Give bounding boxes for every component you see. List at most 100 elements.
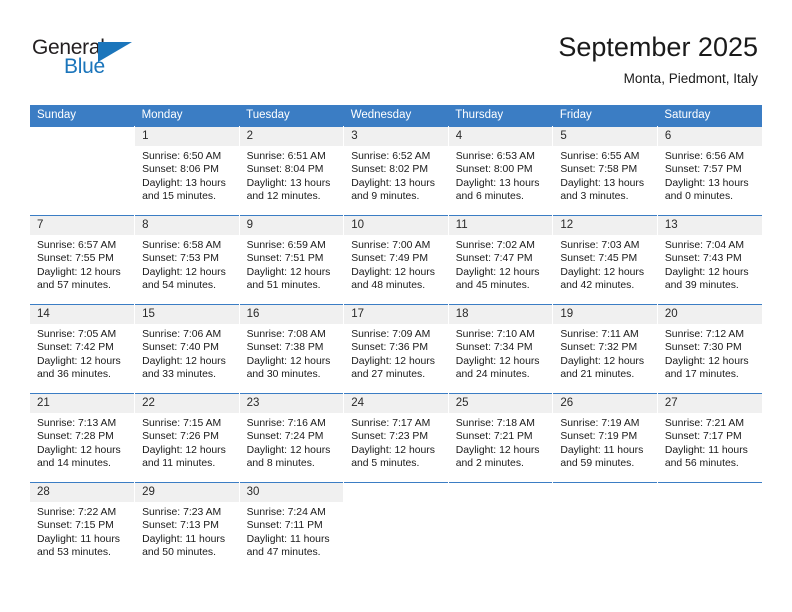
day-details: Sunrise: 7:16 AM Sunset: 7:24 PM Daylight:… [240, 413, 344, 471]
day-number: 16 [239, 305, 344, 324]
daylight-text: Daylight: 12 hours [560, 266, 645, 278]
calendar-day-cell[interactable]: 8 Sunrise: 6:58 AM Sunset: 7:53 PM Daylight… [134, 215, 240, 305]
day-details: Sunrise: 7:13 AM Sunset: 7:28 PM Daylight:… [30, 413, 134, 471]
calendar-grid: Sunday Monday Tuesday Wednesday Thursday… [30, 105, 762, 571]
sunset-text: Sunset: 7:38 PM [246, 342, 324, 354]
sunset-text: Sunset: 7:49 PM [351, 253, 429, 265]
calendar-day-cell[interactable]: 30 Sunrise: 7:24 AM Sunset: 7:11 PM Dayligh… [239, 482, 345, 571]
day-details: Sunrise: 7:09 AM Sunset: 7:36 PM Daylight:… [344, 324, 448, 382]
day-number: 1 [135, 127, 239, 146]
sunrise-text: Sunrise: 7:03 AM [560, 240, 640, 251]
daylight-text: Daylight: 12 hours [455, 444, 540, 456]
calendar-day-cell[interactable]: 11 Sunrise: 7:02 AM Sunset: 7:47 PM Dayligh… [448, 215, 554, 305]
day-number: 21 [30, 394, 135, 413]
calendar-day-cell[interactable]: 6 Sunrise: 6:56 AM Sunset: 7:57 PM Daylight… [657, 126, 762, 216]
calendar-day-cell[interactable]: 13 Sunrise: 7:04 AM Sunset: 7:43 PM Dayligh… [657, 215, 762, 305]
calendar-day-cell[interactable]: 5 Sunrise: 6:55 AM Sunset: 7:58 PM Daylight… [552, 126, 658, 216]
sunrise-text: Sunrise: 7:12 AM [664, 329, 745, 340]
page-header: General Blue September 2025 Monta, Piedm… [0, 0, 792, 100]
daylight-text: Daylight: 12 hours [37, 355, 121, 367]
day-details: Sunrise: 7:10 AM Sunset: 7:34 PM Daylight:… [449, 324, 553, 382]
sunset-text: Sunset: 7:51 PM [246, 253, 324, 265]
day-details: Sunrise: 7:19 AM Sunset: 7:19 PM Daylight:… [553, 413, 657, 471]
calendar-day-cell[interactable]: 20 Sunrise: 7:12 AM Sunset: 7:30 PM Dayligh… [657, 304, 762, 394]
calendar-day-cell[interactable]: 7 Sunrise: 6:57 AM Sunset: 7:55 PM Daylight… [30, 215, 136, 305]
day-number: 17 [344, 305, 448, 324]
day-number [30, 127, 135, 146]
sunrise-text: Sunrise: 7:23 AM [142, 507, 222, 518]
page-title: September 2025 [558, 32, 758, 62]
sunset-text: Sunset: 7:34 PM [455, 342, 533, 354]
sunrise-text: Sunrise: 7:16 AM [246, 418, 326, 429]
sunrise-text: Sunrise: 7:09 AM [351, 329, 431, 340]
calendar-day-cell[interactable]: 17 Sunrise: 7:09 AM Sunset: 7:36 PM Dayligh… [343, 304, 449, 394]
day-details: Sunrise: 7:15 AM Sunset: 7:26 PM Daylight:… [135, 413, 239, 471]
calendar-day-cell[interactable]: 4 Sunrise: 6:53 AM Sunset: 8:00 PM Daylight… [448, 126, 554, 216]
calendar-day-cell[interactable]: 18 Sunrise: 7:10 AM Sunset: 7:34 PM Dayligh… [448, 304, 554, 394]
sunset-text: Sunset: 7:23 PM [351, 431, 429, 443]
daylight-text: and 27 minutes. [351, 369, 426, 381]
daylight-text: and 57 minutes. [37, 280, 111, 292]
daylight-text: and 45 minutes. [455, 280, 530, 292]
calendar-day-cell[interactable]: 28 Sunrise: 7:22 AM Sunset: 7:15 PM Dayligh… [30, 482, 136, 571]
calendar-day-cell[interactable]: 16 Sunrise: 7:08 AM Sunset: 7:38 PM Dayligh… [239, 304, 345, 394]
calendar-day-cell[interactable]: 1 Sunrise: 6:50 AM Sunset: 8:06 PM Daylight… [134, 126, 240, 216]
sunrise-text: Sunrise: 7:10 AM [455, 329, 535, 340]
sunrise-text: Sunrise: 7:18 AM [455, 418, 535, 429]
general-blue-logo[interactable]: General Blue [32, 36, 212, 84]
calendar-day-cell[interactable]: 19 Sunrise: 7:11 AM Sunset: 7:32 PM Dayligh… [552, 304, 658, 394]
day-number: 5 [553, 127, 657, 146]
sunrise-text: Sunrise: 7:04 AM [664, 240, 745, 251]
calendar-day-cell[interactable]: 29 Sunrise: 7:23 AM Sunset: 7:13 PM Dayligh… [134, 482, 240, 571]
sunrise-text: Sunrise: 7:08 AM [246, 329, 326, 340]
sunrise-text: Sunrise: 7:13 AM [37, 418, 117, 429]
calendar-day-cell[interactable]: 3 Sunrise: 6:52 AM Sunset: 8:02 PM Daylight… [343, 126, 449, 216]
sunset-text: Sunset: 7:58 PM [560, 164, 638, 176]
day-details: Sunrise: 6:55 AM Sunset: 7:58 PM Daylight:… [553, 146, 657, 204]
day-details: Sunrise: 6:59 AM Sunset: 7:51 PM Daylight:… [240, 235, 344, 293]
weekday-header-friday: Friday [552, 105, 658, 127]
day-number: 28 [30, 483, 135, 502]
daylight-text: and 17 minutes. [664, 369, 739, 381]
calendar-day-cell[interactable]: 12 Sunrise: 7:03 AM Sunset: 7:45 PM Dayligh… [552, 215, 658, 305]
daylight-text: Daylight: 13 hours [351, 177, 435, 189]
daylight-text: and 33 minutes. [142, 369, 216, 381]
day-details: Sunrise: 7:24 AM Sunset: 7:11 PM Daylight:… [240, 502, 344, 560]
calendar-day-cell[interactable]: 24 Sunrise: 7:17 AM Sunset: 7:23 PM Dayligh… [343, 393, 449, 483]
day-number: 23 [239, 394, 344, 413]
daylight-text: and 15 minutes. [142, 191, 216, 203]
sunset-text: Sunset: 7:28 PM [37, 431, 114, 443]
sunrise-text: Sunrise: 7:15 AM [142, 418, 222, 429]
calendar-empty-cell [448, 482, 554, 571]
calendar-day-cell[interactable]: 26 Sunrise: 7:19 AM Sunset: 7:19 PM Dayligh… [552, 393, 658, 483]
sunrise-text: Sunrise: 6:53 AM [455, 151, 535, 162]
calendar-week-row: 1 Sunrise: 6:50 AM Sunset: 8:06 PM Daylight… [30, 126, 762, 216]
day-number: 4 [448, 127, 553, 146]
calendar-day-cell[interactable]: 9 Sunrise: 6:59 AM Sunset: 7:51 PM Daylight… [239, 215, 345, 305]
daylight-text: and 53 minutes. [37, 547, 111, 559]
calendar-day-cell[interactable]: 27 Sunrise: 7:21 AM Sunset: 7:17 PM Dayligh… [657, 393, 762, 483]
daylight-text: and 2 minutes. [455, 458, 524, 470]
daylight-text: Daylight: 12 hours [351, 444, 435, 456]
calendar-empty-cell [343, 482, 449, 571]
day-number: 12 [553, 216, 657, 235]
calendar-day-cell[interactable]: 21 Sunrise: 7:13 AM Sunset: 7:28 PM Dayligh… [30, 393, 136, 483]
calendar-day-cell[interactable]: 25 Sunrise: 7:18 AM Sunset: 7:21 PM Dayligh… [448, 393, 554, 483]
calendar-day-cell[interactable]: 14 Sunrise: 7:05 AM Sunset: 7:42 PM Dayligh… [30, 304, 136, 394]
day-details: Sunrise: 7:02 AM Sunset: 7:47 PM Daylight:… [449, 235, 553, 293]
calendar-day-cell[interactable]: 23 Sunrise: 7:16 AM Sunset: 7:24 PM Dayligh… [239, 393, 345, 483]
daylight-text: Daylight: 12 hours [560, 355, 645, 367]
sunset-text: Sunset: 7:53 PM [142, 253, 219, 265]
sunrise-text: Sunrise: 6:59 AM [246, 240, 326, 251]
daylight-text: Daylight: 12 hours [351, 266, 435, 278]
calendar-day-cell[interactable]: 10 Sunrise: 7:00 AM Sunset: 7:49 PM Dayligh… [343, 215, 449, 305]
sunset-text: Sunset: 7:17 PM [664, 431, 742, 443]
sunset-text: Sunset: 7:45 PM [560, 253, 638, 265]
calendar-day-cell[interactable]: 15 Sunrise: 7:06 AM Sunset: 7:40 PM Dayligh… [134, 304, 240, 394]
sunset-text: Sunset: 7:19 PM [560, 431, 638, 443]
daylight-text: Daylight: 12 hours [142, 266, 226, 278]
calendar-day-cell[interactable]: 2 Sunrise: 6:51 AM Sunset: 8:04 PM Daylight… [239, 126, 345, 216]
calendar-day-cell[interactable]: 22 Sunrise: 7:15 AM Sunset: 7:26 PM Dayligh… [134, 393, 240, 483]
sunset-text: Sunset: 7:21 PM [455, 431, 533, 443]
sunrise-text: Sunrise: 7:02 AM [455, 240, 535, 251]
